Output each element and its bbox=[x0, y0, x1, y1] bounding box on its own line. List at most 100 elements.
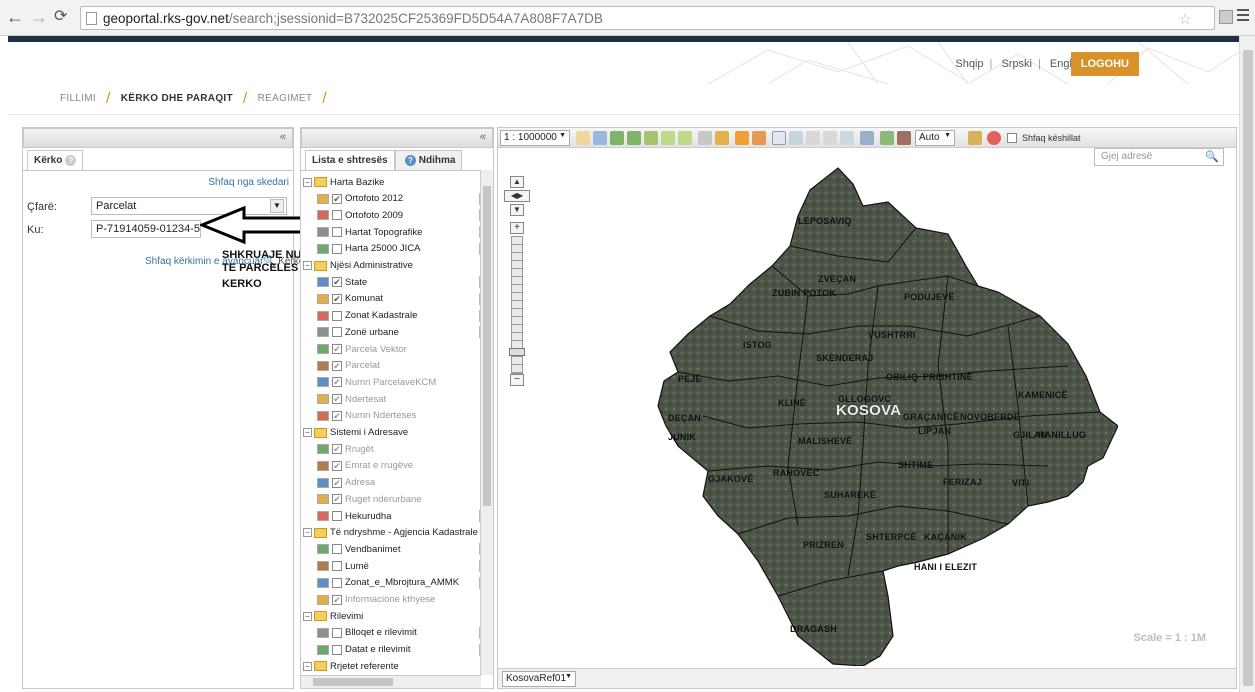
layer-item[interactable]: Hartat Topografike bbox=[315, 224, 481, 240]
browser-menu-icon[interactable] bbox=[1237, 9, 1249, 24]
tab-help[interactable]: ? Ndihma bbox=[395, 150, 463, 170]
address-search-input[interactable]: Gjej adresë 🔍 bbox=[1094, 148, 1224, 166]
area-icon[interactable] bbox=[823, 131, 837, 145]
layer-checkbox[interactable]: ✔ bbox=[332, 594, 342, 605]
zoom-slider-knob[interactable] bbox=[509, 348, 525, 356]
collapse-toggle-icon[interactable]: − bbox=[303, 528, 312, 538]
layer-item[interactable]: Lumë bbox=[315, 558, 481, 574]
extension-icon[interactable] bbox=[1219, 10, 1233, 24]
pdf-icon[interactable] bbox=[715, 131, 729, 145]
layer-item[interactable]: ✔ Adresa bbox=[315, 475, 375, 491]
layer-item[interactable]: ✔ Komunat bbox=[315, 291, 481, 307]
layer-item[interactable]: ✔ Ortofoto 2012 bbox=[315, 191, 481, 207]
layer-item[interactable]: ✔ Parcela Vektor bbox=[315, 341, 407, 357]
zoom-in-icon[interactable] bbox=[610, 131, 624, 145]
layer-checkbox[interactable]: ✔ bbox=[332, 277, 342, 288]
layer-item[interactable]: Zonat Kadastrale bbox=[315, 308, 481, 324]
layer-checkbox[interactable]: ✔ bbox=[332, 293, 342, 304]
layer-checkbox[interactable] bbox=[332, 310, 342, 321]
layer-item[interactable]: Zonat_e_Mbrojtura_AMMK bbox=[315, 575, 481, 591]
show-from-file-link[interactable]: Shfaq nga skedari bbox=[208, 177, 289, 188]
layer-checkbox[interactable]: ✔ bbox=[332, 444, 342, 455]
collapse-toggle-icon[interactable]: − bbox=[303, 177, 312, 187]
layer-group[interactable]: − Të ndryshme - Agjencia Kadastrale e Ko bbox=[303, 525, 481, 541]
projection-select[interactable]: KosovaRef01 ▼ bbox=[502, 671, 576, 687]
collapse-layers-icon[interactable]: « bbox=[480, 131, 486, 143]
comment-icon[interactable] bbox=[735, 131, 749, 145]
layer-checkbox[interactable]: ✔ bbox=[332, 193, 342, 204]
layer-checkbox[interactable] bbox=[332, 544, 342, 555]
layer-group[interactable]: − Sistemi i Adresave bbox=[303, 425, 408, 441]
layer-checkbox[interactable] bbox=[332, 644, 342, 655]
identify-icon[interactable] bbox=[752, 131, 766, 145]
print-icon[interactable] bbox=[698, 131, 712, 145]
collapse-toggle-icon[interactable]: − bbox=[303, 428, 312, 437]
layer-checkbox[interactable] bbox=[332, 561, 342, 572]
next-extent-icon[interactable] bbox=[678, 131, 692, 145]
layer-checkbox[interactable] bbox=[332, 227, 342, 238]
pan-down-icon[interactable]: ▼ bbox=[510, 204, 524, 216]
layer-item[interactable]: Vendbanimet bbox=[315, 541, 481, 557]
url-text[interactable]: geoportal.rks-gov.net/search;jsessionid=… bbox=[103, 11, 603, 26]
layer-checkbox[interactable]: ✔ bbox=[332, 394, 342, 405]
layer-item[interactable]: ✔ Numri Nderteses bbox=[315, 408, 416, 424]
pan-hand-icon[interactable] bbox=[576, 131, 590, 145]
layer-checkbox[interactable] bbox=[332, 577, 342, 588]
collapse-toggle-icon[interactable]: − bbox=[303, 261, 312, 270]
layer-item[interactable]: Ortofoto 2009 bbox=[315, 207, 481, 223]
collapse-toggle-icon[interactable]: − bbox=[303, 661, 312, 671]
select-icon[interactable] bbox=[772, 131, 786, 145]
layer-checkbox[interactable] bbox=[332, 243, 342, 254]
draw-icon[interactable] bbox=[968, 131, 982, 145]
gps-icon[interactable] bbox=[880, 131, 894, 145]
zoom-box-icon[interactable] bbox=[593, 131, 607, 145]
pan-left-right-icon[interactable]: ◀▶ bbox=[504, 190, 530, 202]
auto-select[interactable]: Auto ▼ bbox=[915, 130, 955, 146]
back-arrow-icon[interactable]: ← bbox=[6, 8, 24, 26]
layers-scrollbar-thumb[interactable] bbox=[483, 186, 491, 506]
layer-item[interactable]: ✔ Ruget nderurbane bbox=[315, 491, 422, 507]
layer-checkbox[interactable]: ✔ bbox=[332, 410, 342, 421]
layer-item[interactable]: ✔ Rrugët bbox=[315, 441, 374, 457]
breadcrumb-search[interactable]: KËRKO DHE PARAQIT bbox=[121, 93, 233, 104]
bookmark-star-icon[interactable]: ☆ bbox=[1179, 10, 1192, 28]
zoom-in-button[interactable]: + bbox=[510, 222, 524, 234]
layer-item[interactable]: ✔ Emrat e rrugëve bbox=[315, 458, 413, 474]
reload-icon[interactable]: ⟳ bbox=[54, 8, 67, 26]
layer-checkbox[interactable]: ✔ bbox=[332, 477, 342, 488]
coordinates-icon[interactable] bbox=[840, 131, 854, 145]
layer-item[interactable]: ✔ Parcelat bbox=[315, 358, 380, 374]
collapse-toggle-icon[interactable]: − bbox=[303, 611, 312, 621]
layer-item[interactable]: Hekurudha bbox=[315, 508, 481, 524]
home-icon[interactable] bbox=[644, 131, 658, 145]
layer-checkbox[interactable] bbox=[332, 627, 342, 638]
layer-checkbox[interactable] bbox=[332, 511, 342, 521]
layer-item[interactable]: ✔ Informacione kthyese bbox=[315, 592, 435, 608]
zoom-out-button[interactable]: − bbox=[510, 374, 524, 386]
help-icon[interactable]: ? bbox=[65, 155, 77, 166]
layer-group[interactable]: − Rilevimi bbox=[303, 608, 363, 624]
layer-checkbox[interactable]: ✔ bbox=[332, 460, 342, 471]
address-bar[interactable]: geoportal.rks-gov.net/search;jsessionid=… bbox=[80, 6, 1215, 30]
layer-checkbox[interactable]: ✔ bbox=[332, 494, 342, 505]
layer-checkbox[interactable] bbox=[332, 210, 342, 221]
login-button[interactable]: LOGOHU bbox=[1070, 52, 1139, 76]
layer-item[interactable]: ✔ Ndertesat bbox=[315, 391, 386, 407]
layer-item[interactable]: Blloqet e rilevimit bbox=[315, 625, 481, 641]
layers-icon[interactable] bbox=[860, 131, 874, 145]
pan-up-icon[interactable]: ▲ bbox=[510, 176, 524, 188]
layer-group[interactable]: − Rrjetet referente bbox=[303, 658, 399, 674]
layers-hscrollbar-thumb[interactable] bbox=[313, 678, 393, 686]
lang-shqip[interactable]: Shqip bbox=[955, 58, 983, 70]
layer-item[interactable]: Datat e rilevimit bbox=[315, 642, 481, 658]
layer-item[interactable]: Zonë urbane bbox=[315, 324, 481, 340]
page-scrollbar[interactable] bbox=[1239, 36, 1255, 692]
zoom-out-icon[interactable] bbox=[627, 131, 641, 145]
select-dropdown-icon[interactable] bbox=[789, 131, 803, 145]
tab-layer-list[interactable]: Lista e shtresës bbox=[305, 150, 395, 170]
layer-checkbox[interactable] bbox=[332, 327, 342, 338]
layer-checkbox[interactable]: ✔ bbox=[332, 344, 342, 354]
layer-group[interactable]: − Njësi Administrative bbox=[303, 258, 413, 274]
page-scrollbar-thumb[interactable] bbox=[1243, 50, 1253, 686]
layer-item[interactable]: Harta 25000 JICA bbox=[315, 241, 481, 257]
